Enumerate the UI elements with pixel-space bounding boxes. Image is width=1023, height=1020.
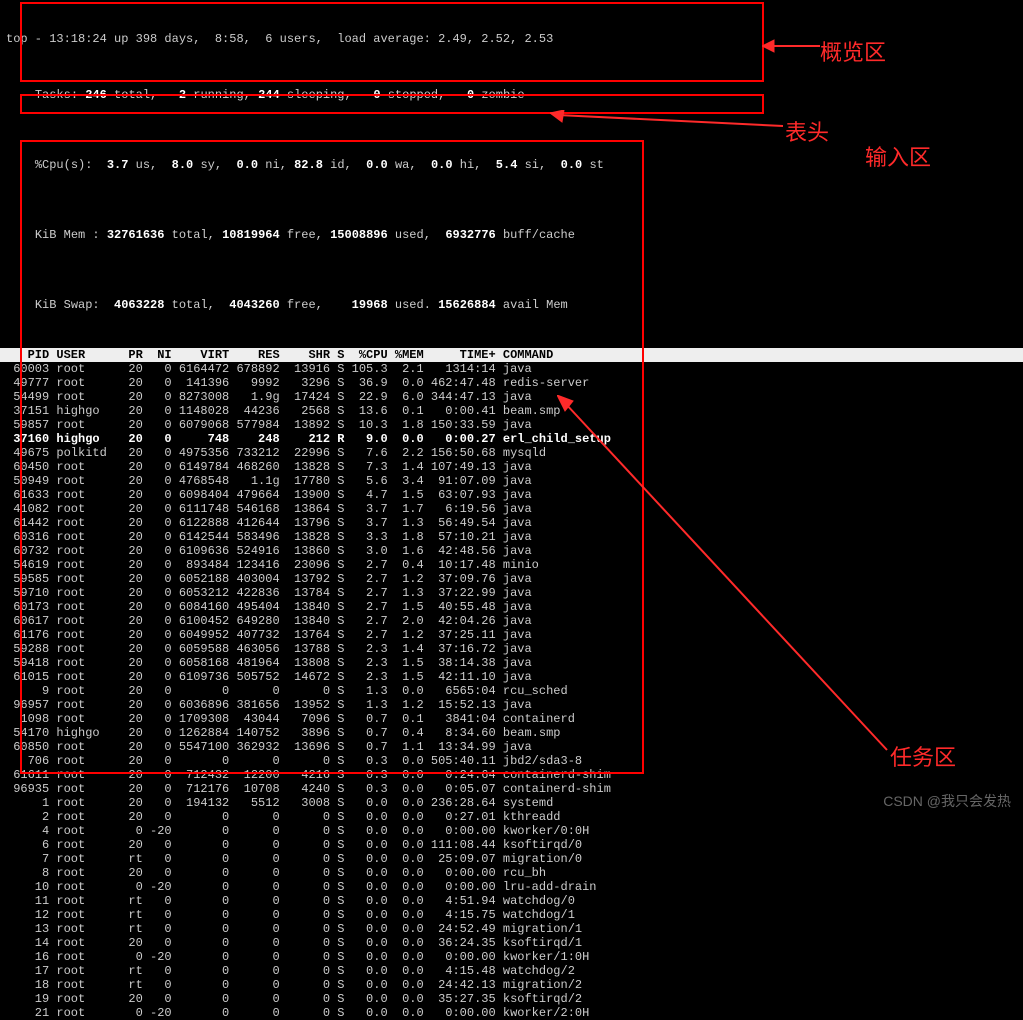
process-row[interactable]: 12 root rt 0 0 0 0 S 0.0 0.0 4:15.75 wat… — [6, 908, 1017, 922]
process-row[interactable]: 61611 root 20 0 712432 12200 4216 S 0.3 … — [6, 768, 1017, 782]
process-row[interactable]: 8 root 20 0 0 0 0 S 0.0 0.0 0:00.00 rcu_… — [6, 866, 1017, 880]
process-row[interactable]: 10 root 0 -20 0 0 0 S 0.0 0.0 0:00.00 lr… — [6, 880, 1017, 894]
process-row[interactable]: 4 root 0 -20 0 0 0 S 0.0 0.0 0:00.00 kwo… — [6, 824, 1017, 838]
anno-label-input: 输入区 — [865, 140, 931, 172]
arrow-tasks — [557, 395, 892, 755]
process-row[interactable]: 19 root 20 0 0 0 0 S 0.0 0.0 35:27.35 ks… — [6, 992, 1017, 1006]
process-row[interactable]: 96935 root 20 0 712176 10708 4240 S 0.3 … — [6, 782, 1017, 796]
watermark: CSDN @我只会发热 — [883, 791, 1011, 811]
anno-label-tasks: 任务区 — [890, 740, 956, 772]
process-row[interactable]: 706 root 20 0 0 0 0 S 0.3 0.0 505:40.11 … — [6, 754, 1017, 768]
process-row[interactable]: 2 root 20 0 0 0 0 S 0.0 0.0 0:27.01 kthr… — [6, 810, 1017, 824]
process-header: PID USER PR NI VIRT RES SHR S %CPU %MEM … — [0, 348, 1023, 362]
process-row[interactable]: 18 root rt 0 0 0 0 S 0.0 0.0 24:42.13 mi… — [6, 978, 1017, 992]
process-row[interactable]: 49777 root 20 0 141396 9992 3296 S 36.9 … — [6, 376, 1017, 390]
process-row[interactable]: 7 root rt 0 0 0 0 S 0.0 0.0 25:09.07 mig… — [6, 852, 1017, 866]
arrow-header — [550, 110, 785, 130]
process-row[interactable]: 13 root rt 0 0 0 0 S 0.0 0.0 24:52.49 mi… — [6, 922, 1017, 936]
process-row[interactable]: 1 root 20 0 194132 5512 3008 S 0.0 0.0 2… — [6, 796, 1017, 810]
anno-label-header: 表头 — [785, 115, 829, 147]
process-row[interactable]: 6 root 20 0 0 0 0 S 0.0 0.0 111:08.44 ks… — [6, 838, 1017, 852]
process-row[interactable]: 17 root rt 0 0 0 0 S 0.0 0.0 4:15.48 wat… — [6, 964, 1017, 978]
process-row[interactable]: 60003 root 20 0 6164472 678892 13916 S 1… — [6, 362, 1017, 376]
anno-label-overview: 概览区 — [820, 35, 886, 67]
process-row[interactable]: 16 root 0 -20 0 0 0 S 0.0 0.0 0:00.00 kw… — [6, 950, 1017, 964]
arrow-overview — [762, 38, 822, 54]
process-row[interactable]: 14 root 20 0 0 0 0 S 0.0 0.0 36:24.35 ks… — [6, 936, 1017, 950]
process-row[interactable]: 21 root 0 -20 0 0 0 S 0.0 0.0 0:00.00 kw… — [6, 1006, 1017, 1020]
uptime-line: top - 13:18:24 up 398 days, 8:58, 6 user… — [6, 32, 553, 46]
process-row[interactable]: 11 root rt 0 0 0 0 S 0.0 0.0 4:51.94 wat… — [6, 894, 1017, 908]
